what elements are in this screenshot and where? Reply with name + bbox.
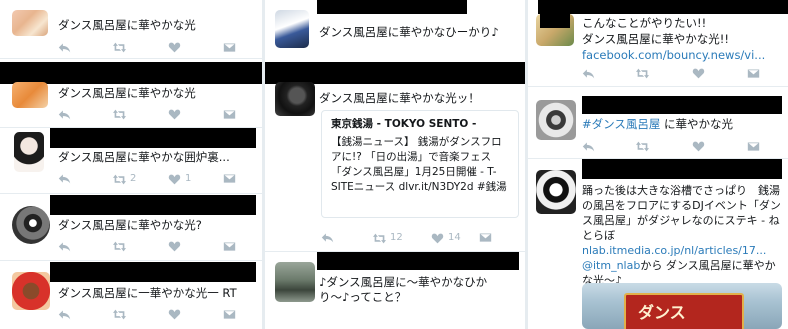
tweet-text: ダンス風呂屋に華やかな光ッ！ — [319, 91, 480, 105]
mention-link[interactable]: @itm_nlab — [582, 259, 640, 272]
tweet-text: ダンス風呂屋に華やかな囲炉裏... — [58, 150, 230, 164]
tweet-actions — [58, 240, 248, 254]
avatar[interactable] — [12, 272, 50, 310]
card-body: 【銭湯ニュース】 銭湯がダンスフロアに!? 「日の出湯」で音楽フェス「ダンス風呂… — [331, 136, 507, 193]
reply-icon[interactable] — [58, 108, 71, 121]
dm-icon[interactable] — [223, 308, 236, 321]
redaction-bar — [545, 0, 788, 14]
redaction-bar — [317, 252, 519, 270]
redaction-bar — [50, 262, 256, 282]
like-icon[interactable] — [168, 108, 185, 121]
tweet-text: ダンス風呂屋に華やかな光? — [58, 218, 202, 232]
link-card[interactable]: 東京銭湯 - TOKYO SENTO - 【銭湯ニュース】 銭湯がダンスフロアに… — [321, 110, 519, 218]
dm-icon[interactable] — [223, 240, 236, 253]
retweet-count: 12 — [390, 232, 403, 243]
tweet-actions: 12 14 — [321, 231, 511, 245]
redaction-bar — [50, 128, 256, 148]
tweet-body: 踊った後は大きな浴槽でさっぱり 銭湯の風呂をフロアにするDJイベント「ダンス風呂… — [582, 184, 781, 242]
tweet-actions — [582, 67, 782, 81]
avatar[interactable] — [14, 132, 44, 172]
dm-icon[interactable] — [223, 41, 236, 54]
like-count: 14 — [448, 232, 461, 243]
reply-icon[interactable] — [582, 140, 595, 153]
tweet-link[interactable]: facebook.com/bouncy.news/vi... — [582, 48, 765, 63]
reply-icon[interactable] — [58, 308, 71, 321]
like-icon[interactable]: 14 — [431, 231, 461, 245]
reply-icon[interactable] — [58, 240, 71, 253]
avatar[interactable] — [275, 10, 309, 48]
redaction-bar — [265, 62, 525, 84]
like-icon[interactable] — [168, 308, 185, 321]
reply-icon[interactable] — [582, 67, 595, 80]
tweet-text: ダンス風呂屋に華やかな光 — [58, 18, 196, 32]
dm-icon[interactable] — [747, 67, 760, 80]
avatar[interactable] — [536, 170, 576, 214]
tweet-actions — [58, 108, 248, 122]
retweet-icon[interactable] — [636, 67, 653, 80]
avatar[interactable] — [12, 206, 50, 244]
tweet-actions — [58, 308, 248, 322]
card-title: 東京銭湯 - TOKYO SENTO - — [331, 118, 477, 130]
tweet-text: ♪ダンス風呂屋に〜華やかなひかり〜♪ってこと？ — [319, 275, 488, 304]
avatar[interactable] — [275, 82, 315, 116]
redaction-bar — [50, 195, 256, 215]
retweet-icon[interactable] — [113, 240, 130, 253]
tweet-text-line1: こんなことがやりたい!! — [582, 16, 707, 30]
dm-icon[interactable] — [479, 231, 492, 244]
dm-icon[interactable] — [747, 140, 760, 153]
divider — [0, 260, 262, 261]
mention-suffix: から — [640, 259, 663, 272]
redaction-bar — [582, 96, 782, 114]
redaction-bar — [582, 159, 782, 179]
like-icon[interactable] — [168, 240, 185, 253]
like-icon[interactable] — [692, 67, 709, 80]
like-icon[interactable]: 1 — [168, 172, 191, 186]
timeline-column-3: こんなことがやりたい!! ダンス風呂屋に華やかな光!! facebook.com… — [528, 0, 788, 329]
retweet-icon[interactable]: 12 — [373, 231, 403, 245]
retweet-icon[interactable]: 2 — [113, 172, 136, 186]
like-icon[interactable] — [168, 41, 185, 54]
divider — [0, 193, 262, 194]
avatar[interactable] — [275, 262, 315, 302]
divider — [0, 58, 262, 59]
tweet-link[interactable]: nlab.itmedia.co.jp/nl/articles/17... — [582, 244, 766, 257]
tweet-actions: 2 1 — [58, 172, 248, 186]
tweet-image[interactable]: ダンス — [582, 283, 782, 329]
redaction-bar — [317, 0, 467, 14]
tweet-actions — [58, 41, 248, 55]
retweet-icon[interactable] — [113, 108, 130, 121]
divider — [528, 86, 788, 87]
avatar[interactable] — [536, 100, 576, 140]
redaction-bar — [0, 62, 262, 84]
dm-icon[interactable] — [223, 108, 236, 121]
reply-icon[interactable] — [321, 231, 334, 244]
avatar[interactable] — [12, 10, 48, 36]
timeline-column-2: ダンス風呂屋に華やかなひーかり♪ ダンス風呂屋に華やかな光ッ！ 東京銭湯 - T… — [265, 0, 525, 329]
tweet-text: ダンス風呂屋に華やかな光 — [58, 86, 196, 100]
retweet-count: 2 — [130, 173, 137, 184]
tweet-text-rest: に華やかな光 — [660, 117, 734, 131]
dm-icon[interactable] — [223, 172, 236, 185]
image-caption: ダンス — [638, 303, 686, 322]
tweet-actions — [582, 140, 782, 154]
tweet-text: 踊った後は大きな浴槽でさっぱり 銭湯の風呂をフロアにするDJイベント「ダンス風呂… — [582, 183, 782, 288]
avatar[interactable] — [12, 82, 48, 108]
like-icon[interactable] — [692, 140, 709, 153]
reply-icon[interactable] — [58, 41, 71, 54]
retweet-icon[interactable] — [113, 41, 130, 54]
tweet-text: ダンス風呂屋に一華やかな光一 RT — [58, 286, 237, 300]
reply-icon[interactable] — [58, 172, 71, 185]
like-count: 1 — [185, 173, 192, 184]
redaction-bar — [540, 14, 570, 28]
timeline-column-1: ダンス風呂屋に華やかな光 ダンス風呂屋に華やかな光 ダンス風呂屋に華やかな囲炉裏… — [0, 0, 262, 329]
tweet-text-line2: ダンス風呂屋に華やかな光!! — [582, 32, 729, 46]
retweet-icon[interactable] — [636, 140, 653, 153]
retweet-icon[interactable] — [113, 308, 130, 321]
tweet-text: ダンス風呂屋に華やかなひーかり♪ — [319, 25, 499, 39]
hashtag-link[interactable]: #ダンス風呂屋 — [582, 117, 660, 131]
tweet-text: #ダンス風呂屋 に華やかな光 — [582, 117, 733, 132]
